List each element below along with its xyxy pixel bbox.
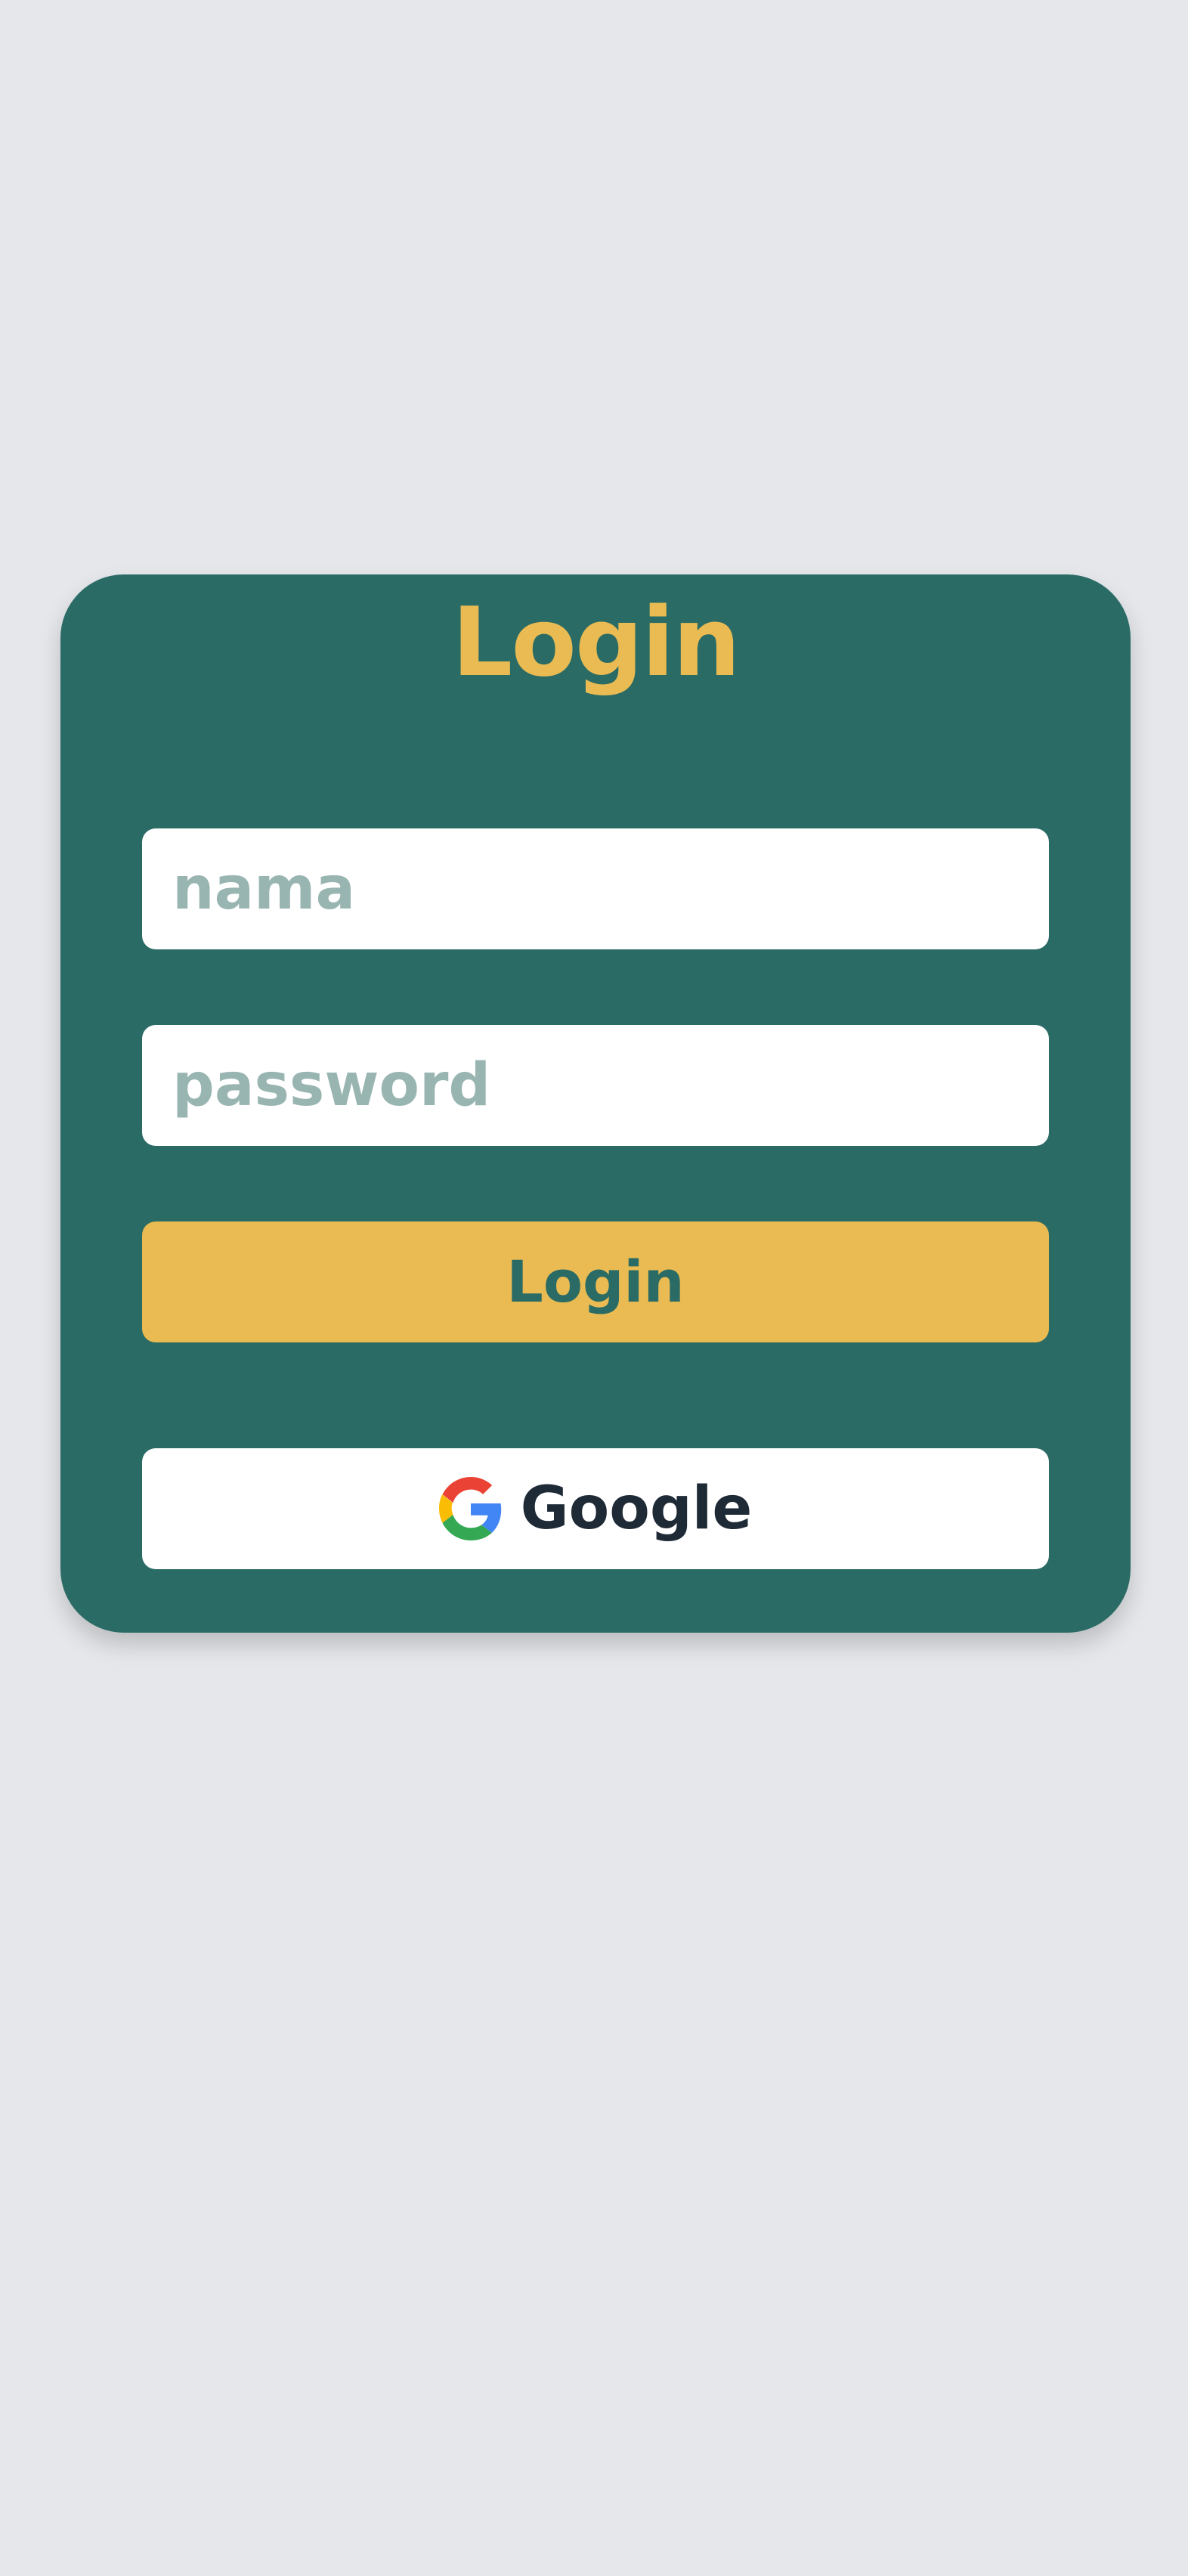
google-button-label: Google bbox=[520, 1475, 753, 1543]
name-input[interactable] bbox=[142, 828, 1049, 949]
google-login-button[interactable]: Google bbox=[142, 1448, 1049, 1569]
password-input[interactable] bbox=[142, 1025, 1049, 1146]
login-card: Login Login Google bbox=[60, 574, 1131, 1633]
login-button[interactable]: Login bbox=[142, 1221, 1049, 1342]
login-button-label: Login bbox=[506, 1248, 685, 1315]
page-title: Login bbox=[452, 587, 741, 698]
google-icon bbox=[438, 1477, 503, 1540]
